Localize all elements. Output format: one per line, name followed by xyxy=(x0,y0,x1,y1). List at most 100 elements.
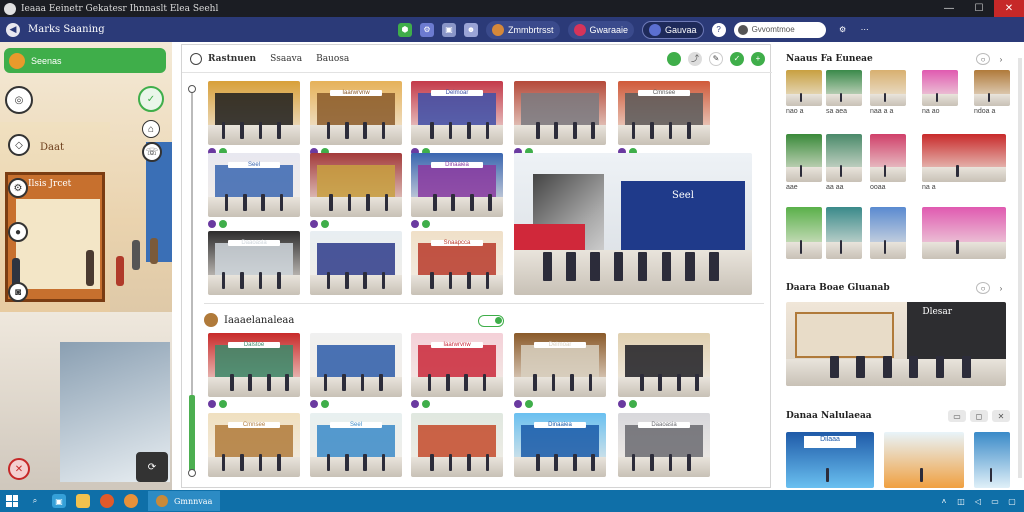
sidebar-thumbnail[interactable] xyxy=(786,207,822,259)
help-icon[interactable]: ? xyxy=(711,22,726,37)
settings-icon[interactable]: ⚙ xyxy=(836,23,850,37)
active-app-button[interactable]: Gmnnvaa xyxy=(148,491,221,511)
profile-chip[interactable]: Zmmbrtrsst xyxy=(486,20,560,39)
chrome-icon[interactable] xyxy=(124,494,138,508)
tab-tertiary[interactable]: Bauosa xyxy=(316,54,349,64)
gallery-thumbnail[interactable]: Cmnsee xyxy=(208,413,300,477)
menu-icon[interactable] xyxy=(190,52,202,65)
folder-icon[interactable] xyxy=(76,494,90,508)
wifi-icon[interactable]: ✓ xyxy=(138,86,164,112)
sidebar-thumbnail[interactable] xyxy=(826,207,862,259)
gallery-thumbnail[interactable]: Dinaaiea xyxy=(411,153,503,217)
sidebar-thumbnail[interactable] xyxy=(826,134,862,182)
close-icon[interactable]: ✕ xyxy=(992,410,1010,422)
sidebar-thumbnail[interactable] xyxy=(922,70,958,106)
maximize-button[interactable]: ☐ xyxy=(964,0,994,17)
sidebar-promo-thumbnail[interactable] xyxy=(884,432,964,488)
sidebar-promo-thumbnail[interactable] xyxy=(974,432,1010,488)
sidebar-featured-thumbnail[interactable]: Dlesar xyxy=(786,302,1006,386)
gallery-thumbnail[interactable]: Daaoasia xyxy=(618,413,710,477)
chat-icon[interactable]: ▢ xyxy=(1007,496,1017,506)
location-icon[interactable]: ● xyxy=(8,222,28,242)
add-icon[interactable]: + xyxy=(751,51,765,66)
gallery-thumbnail[interactable]: Delmoar xyxy=(411,81,503,145)
browser-icon[interactable] xyxy=(100,494,114,508)
gallery-thumbnail[interactable]: Snaapcca xyxy=(411,231,503,295)
sidebar-thumbnail[interactable] xyxy=(922,207,1006,259)
gallery-thumbnail[interactable]: Daaoasia xyxy=(208,231,300,295)
section-toggle[interactable] xyxy=(478,315,504,327)
tab-primary[interactable]: Rastnuen xyxy=(208,54,256,64)
gallery-scrollbar[interactable] xyxy=(188,85,196,477)
battery-icon[interactable]: ▭ xyxy=(990,496,1000,506)
gallery-thumbnail[interactable]: Iaarwrvnw xyxy=(310,81,402,145)
sidebar-thumbnail[interactable] xyxy=(870,207,906,259)
gallery-thumbnail[interactable]: Seel xyxy=(208,153,300,217)
more-icon[interactable]: ⋯ xyxy=(858,23,872,37)
gallery-thumbnail[interactable]: Delmoar xyxy=(514,333,606,397)
phone-icon[interactable]: ☏ xyxy=(142,142,162,162)
chevron-up-icon[interactable]: ˄ xyxy=(939,496,949,506)
info-icon[interactable]: ○ xyxy=(976,53,990,65)
gallery-thumbnail[interactable]: Iaarwrvnw xyxy=(411,333,503,397)
account-chip[interactable]: Gwaraaie xyxy=(567,20,635,39)
scroll-thumb[interactable] xyxy=(189,395,195,475)
expand-icon[interactable]: › xyxy=(994,53,1008,65)
search-input[interactable]: Gvvomtmoe xyxy=(733,21,826,38)
sidebar-thumbnail[interactable] xyxy=(922,134,1006,182)
minimize-button[interactable]: — xyxy=(934,0,964,17)
bag-icon[interactable]: ⌂ xyxy=(142,120,160,138)
gallery-thumbnail[interactable]: Seel xyxy=(310,413,402,477)
status-dot-icon[interactable] xyxy=(667,51,681,66)
gallery-thumbnail[interactable] xyxy=(310,153,402,217)
tab-secondary[interactable]: Ssaava xyxy=(270,54,302,64)
check-icon[interactable]: ✓ xyxy=(730,51,744,66)
thumbnail-caption: aa aa xyxy=(826,184,844,191)
share-icon[interactable]: ⤴ xyxy=(688,51,702,66)
gear-icon[interactable]: ⚙ xyxy=(420,22,434,37)
refresh-icon[interactable]: ⟳ xyxy=(136,452,168,482)
promo-pill[interactable]: Seenas xyxy=(4,48,166,73)
gallery-thumbnail[interactable]: Dalstoe xyxy=(208,333,300,397)
featured-thumbnail[interactable]: Seel xyxy=(514,153,752,295)
filter-chip[interactable]: Gauvaa xyxy=(642,20,704,39)
settings-icon[interactable]: ⚙ xyxy=(8,178,28,198)
gallery-thumbnail[interactable]: Cmnsee xyxy=(618,81,710,145)
close-window-button[interactable]: ✕ xyxy=(994,0,1024,17)
info-icon[interactable]: ○ xyxy=(976,282,990,294)
network-icon[interactable]: ◫ xyxy=(956,496,966,506)
compass-icon[interactable]: ◎ xyxy=(5,86,33,114)
sidebar-thumbnail[interactable] xyxy=(786,70,822,106)
puzzle-icon[interactable]: ⬢ xyxy=(398,22,412,37)
lock-icon[interactable]: ▣ xyxy=(442,22,456,37)
gallery-thumbnail[interactable] xyxy=(411,413,503,477)
gallery-thumbnail[interactable] xyxy=(618,333,710,397)
edit-icon[interactable]: ✎ xyxy=(709,51,723,66)
gallery-thumbnail[interactable] xyxy=(514,81,606,145)
sidebar-promo-thumbnail[interactable]: Dilaaa xyxy=(786,432,874,488)
volume-icon[interactable]: ◁ xyxy=(973,496,983,506)
tag-icon[interactable]: ◇ xyxy=(8,134,30,156)
people-icon[interactable]: ☻ xyxy=(464,22,478,37)
gallery-thumbnail[interactable] xyxy=(310,333,402,397)
chat-icon[interactable]: ▭ xyxy=(948,410,966,422)
sidebar-scrollbar[interactable] xyxy=(1018,58,1022,478)
back-button[interactable]: ◀ xyxy=(6,22,20,37)
expand-icon[interactable]: › xyxy=(994,282,1008,294)
gallery-thumbnail[interactable] xyxy=(310,231,402,295)
start-button[interactable] xyxy=(6,495,18,507)
scroll-top-handle[interactable] xyxy=(188,85,196,93)
sidebar-thumbnail[interactable] xyxy=(826,70,862,106)
sidebar-thumbnail[interactable] xyxy=(870,70,906,106)
sidebar-thumbnail[interactable] xyxy=(786,134,822,182)
task-view-icon[interactable]: ▣ xyxy=(52,494,66,508)
sidebar-thumbnail[interactable] xyxy=(974,70,1010,106)
comment-icon[interactable]: ◻ xyxy=(970,410,988,422)
gallery-thumbnail[interactable]: Dinaaiea xyxy=(514,413,606,477)
camera-icon[interactable]: ◙ xyxy=(8,282,28,302)
scroll-bottom-handle[interactable] xyxy=(188,469,196,477)
sidebar-thumbnail[interactable] xyxy=(870,134,906,182)
gallery-thumbnail[interactable] xyxy=(208,81,300,145)
close-icon[interactable]: ✕ xyxy=(8,458,30,480)
search-icon[interactable]: ⌕ xyxy=(28,494,42,508)
